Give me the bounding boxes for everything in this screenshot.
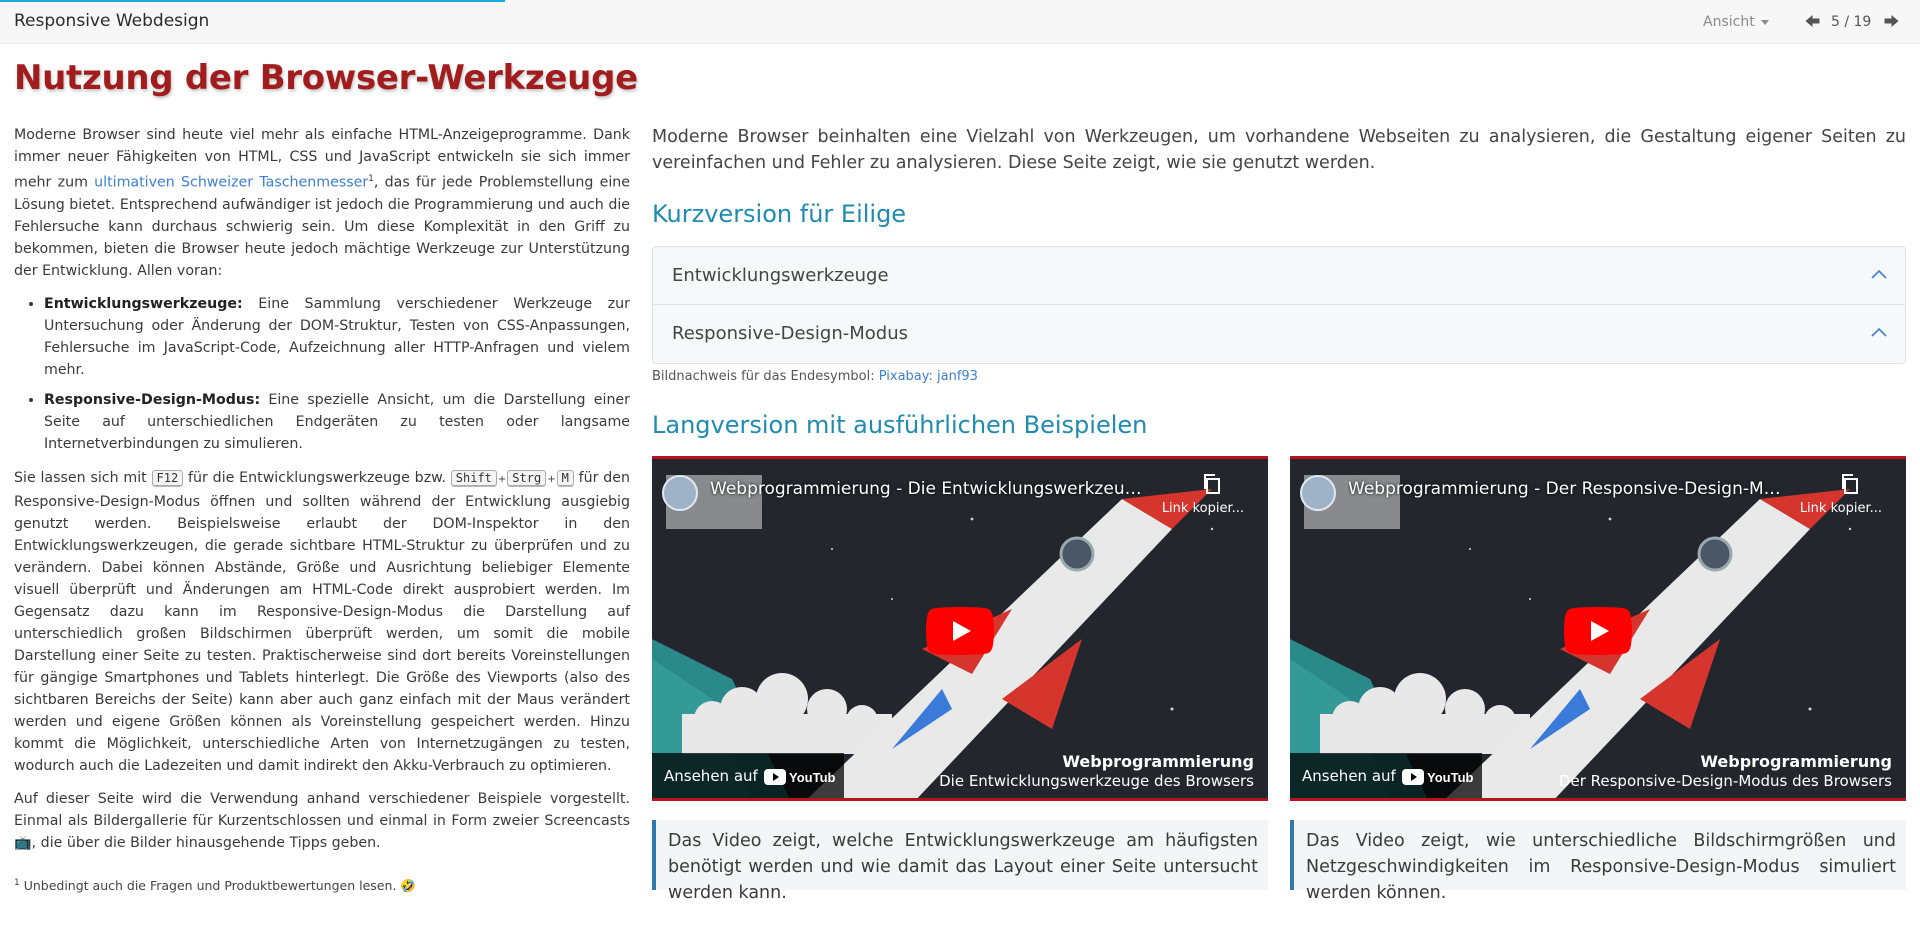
video-description-responsive-mode: Das Video zeigt, wie unterschiedliche Bi… (1290, 820, 1906, 903)
top-navbar: Responsive Webdesign Ansicht 5 / 19 (0, 0, 1920, 44)
chevron-up-icon (1871, 327, 1887, 337)
page-title: Nutzung der Browser-Werkzeuge (14, 58, 638, 98)
video-caption-subtitle: Die Entwicklungswerkzeuge des Browsers (939, 772, 1254, 790)
watch-label: Ansehen auf (1302, 767, 1396, 785)
page-counter: 5 / 19 (1831, 14, 1872, 30)
youtube-wordmark: YouTube (789, 770, 836, 785)
video-caption-title: Webprogrammierung (1062, 752, 1254, 771)
play-button-icon[interactable] (926, 607, 994, 655)
video-player-responsive-mode[interactable]: Webprogrammierung - Der Responsive-Desig… (1290, 456, 1906, 801)
key-m: M (556, 469, 574, 486)
accordion: Entwicklungswerkzeuge Responsive-Design-… (652, 246, 1906, 364)
watch-label: Ansehen auf (664, 767, 758, 785)
key-f12: F12 (151, 469, 184, 486)
accordion-label: Entwicklungswerkzeuge (672, 265, 889, 286)
accordion-item-responsive-mode[interactable]: Responsive-Design-Modus (653, 305, 1905, 363)
shortcut-paragraph: Sie lassen sich mit F12 für die Entwickl… (14, 467, 630, 777)
video-description-devtools: Das Video zeigt, welche Entwicklungswerk… (652, 820, 1268, 903)
intro-paragraph: Moderne Browser sind heute viel mehr als… (14, 124, 630, 282)
view-menu-button[interactable]: Ansicht (1703, 14, 1769, 30)
summary-paragraph: Auf dieser Seite wird die Verwendung anh… (14, 790, 630, 851)
video-player-devtools[interactable]: Webprogrammierung - Die Entwicklungswerk… (652, 456, 1268, 801)
text-segment: Sie lassen sich mit (14, 469, 152, 486)
key-strg: Strg (507, 469, 547, 486)
credit-text: Bildnachweis für das Endesymbol: (652, 369, 879, 384)
heading-short-version: Kurzversion für Eilige (652, 200, 907, 228)
video-title[interactable]: Webprogrammierung - Der Responsive-Desig… (1348, 479, 1788, 499)
caret-down-icon (1760, 19, 1769, 25)
key-shift: Shift (450, 469, 497, 486)
channel-avatar[interactable] (1300, 475, 1336, 511)
copy-link-label[interactable]: Link kopier... (1162, 501, 1244, 516)
youtube-logo-icon: YouTube (764, 769, 836, 785)
accordion-item-devtools[interactable]: Entwicklungswerkzeuge (653, 247, 1905, 305)
video-caption-title: Webprogrammierung (1700, 752, 1892, 771)
watch-on-youtube-button[interactable]: Ansehen auf YouTube (652, 753, 844, 798)
watch-on-youtube-button[interactable]: Ansehen auf YouTube (1290, 753, 1482, 798)
video-title[interactable]: Webprogrammierung - Die Entwicklungswerk… (710, 479, 1150, 499)
key-plus: + (497, 473, 507, 485)
copy-icon[interactable] (1840, 473, 1860, 495)
view-menu-label: Ansicht (1703, 14, 1755, 30)
text-segment: für die Entwicklungswerkzeuge bzw. (183, 469, 451, 486)
youtube-wordmark: YouTube (1427, 770, 1474, 785)
list-item: Entwicklungswerkzeuge: Eine Sammlung ver… (44, 293, 630, 381)
copy-link-label[interactable]: Link kopier... (1800, 501, 1882, 516)
footnote-text: Unbedingt auch die Fragen und Produktbew… (19, 877, 416, 893)
text-segment: für den Responsive-Design-Modus öffnen u… (14, 469, 630, 774)
list-term: Responsive-Design-Modus: (44, 391, 261, 408)
footnote: 1 Unbedingt auch die Fragen und Produktb… (14, 872, 630, 897)
key-plus: + (547, 473, 556, 485)
tools-list: Entwicklungswerkzeuge: Eine Sammlung ver… (44, 293, 630, 455)
credit-link[interactable]: Pixabay: janf93 (879, 369, 978, 384)
right-intro: Moderne Browser beinhalten eine Vielzahl… (652, 127, 1906, 173)
arrow-right-icon[interactable] (1883, 13, 1900, 29)
copy-icon[interactable] (1202, 473, 1222, 495)
list-term: Entwicklungswerkzeuge: (44, 295, 243, 312)
brand-title[interactable]: Responsive Webdesign (14, 11, 209, 31)
video-caption-subtitle: Der Responsive-Design-Modus des Browsers (1558, 772, 1892, 790)
chevron-up-icon (1871, 269, 1887, 279)
channel-avatar[interactable] (662, 475, 698, 511)
progress-bar (0, 0, 505, 2)
accordion-label: Responsive-Design-Modus (672, 323, 908, 344)
left-column: Moderne Browser sind heute viel mehr als… (14, 124, 630, 897)
youtube-logo-icon: YouTube (1402, 769, 1474, 785)
swiss-knife-link[interactable]: ultimativen Schweizer Taschenmesser (94, 175, 368, 191)
heading-long-version: Langversion mit ausführlichen Beispielen (652, 411, 1148, 439)
play-button-icon[interactable] (1564, 607, 1632, 655)
image-credit: Bildnachweis für das Endesymbol: Pixabay… (652, 369, 978, 384)
list-item: Responsive-Design-Modus: Eine spezielle … (44, 389, 630, 455)
arrow-left-icon[interactable] (1804, 13, 1821, 29)
